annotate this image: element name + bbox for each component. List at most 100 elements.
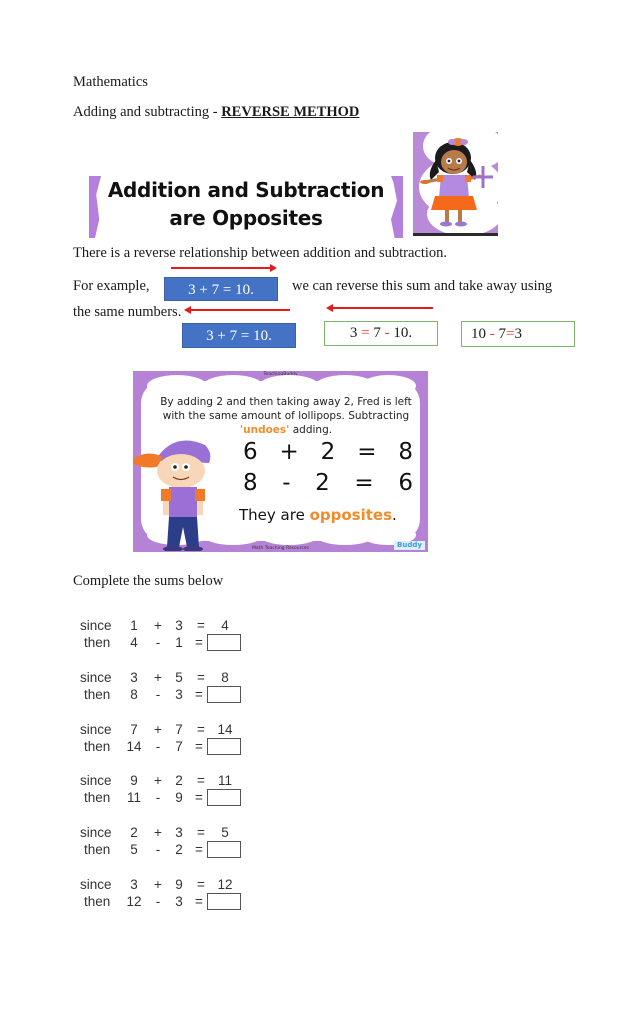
same-numbers-text: the same numbers. (73, 304, 182, 320)
plus-sign: + (154, 773, 162, 789)
sum-value: 14 (217, 721, 233, 737)
minus-sign: - (155, 635, 161, 650)
answer-box[interactable] (207, 789, 241, 807)
buddy-logo: Buddy (394, 541, 425, 550)
subtrahend: 9 (175, 790, 183, 806)
eq-term: 8 (243, 470, 258, 496)
eq-operator: + (279, 439, 299, 465)
term: 10. (393, 325, 413, 341)
plus-sign: + (154, 877, 162, 892)
poster-para-part2: adding. (289, 424, 333, 436)
minus-sign: - (384, 325, 390, 341)
worksheet-instruction: Complete the sums below (73, 573, 224, 589)
minus-sign: - (155, 686, 161, 702)
answer-box[interactable] (207, 841, 241, 859)
addend-b: 3 (175, 618, 183, 633)
sum-value: 5 (221, 825, 229, 841)
addition-example-box-repeat: 3 + 7 = 10. (182, 323, 296, 348)
term: 7 (373, 325, 381, 341)
minus-sign: - (489, 326, 495, 342)
banner-line-2: are Opposites (169, 206, 323, 230)
subject-title: Mathematics (73, 74, 148, 90)
addition-example-box: 3 + 7 = 10. (164, 277, 278, 301)
subtrahend: 2 (175, 842, 183, 858)
poster-para-part1: By adding 2 and then taking away 2, Fred… (160, 396, 412, 422)
arrow-left-icon (184, 306, 290, 314)
poster-bottom-credit: Math Teaching Resources (252, 546, 309, 551)
answer-box[interactable] (207, 737, 241, 755)
opposites-banner: Addition and Subtraction are Opposites (89, 176, 403, 238)
addend-a: 3 (130, 877, 138, 892)
addend-b: 5 (175, 669, 183, 685)
answer-box[interactable] (207, 893, 241, 910)
subtraction-equation-box: 10 - 7=3 (461, 321, 575, 347)
intro-sentence: There is a reverse relationship between … (73, 245, 448, 261)
equals-sign: = (361, 325, 370, 341)
eq-term: 2 (320, 439, 336, 465)
answer-box[interactable] (207, 634, 241, 651)
girl-card-baseline (413, 233, 498, 236)
reverse-explanation: we can reverse this sum and take away us… (292, 278, 553, 294)
equals-sign: = (197, 721, 205, 737)
equals-sign: = (197, 669, 205, 685)
then-label: then (84, 894, 111, 909)
then-label: then (84, 790, 111, 806)
minuend: 12 (126, 894, 142, 909)
plus-sign: + (154, 825, 162, 841)
poster-equation-addition: 6 + 2 = 8 (243, 439, 413, 465)
equals-sign: = (195, 842, 203, 858)
minus-sign: - (155, 894, 161, 909)
answer-box[interactable] (207, 685, 241, 703)
poster-conclusion: They are opposites. (239, 506, 397, 524)
arrow-right-icon (171, 264, 277, 272)
conclusion-prefix: They are (239, 506, 310, 524)
addend-a: 1 (130, 618, 138, 633)
minuend: 14 (126, 738, 142, 754)
minuend: 5 (130, 842, 138, 858)
since-label: since (80, 825, 112, 841)
equals-sign: = (195, 635, 203, 650)
poster-equation-subtraction: 8 - 2 = 6 (243, 470, 413, 496)
banner-line-1: Addition and Subtraction (107, 178, 385, 202)
for-example-label: For example, (73, 278, 150, 294)
addend-b: 2 (175, 773, 183, 789)
minuend: 4 (130, 635, 138, 650)
eq-term: 2 (315, 470, 330, 496)
plus-sign: + (154, 721, 162, 737)
equals-sign: = (195, 894, 203, 909)
subtrahend: 7 (175, 738, 183, 754)
equals-sign: = (195, 790, 203, 806)
eq-result: 6 (398, 470, 413, 496)
then-label: then (84, 842, 111, 858)
addend-b: 9 (175, 877, 183, 892)
page-heading: Adding and subtracting - REVERSE METHOD (73, 104, 359, 121)
minuend: 8 (130, 686, 138, 702)
since-label: since (80, 721, 112, 737)
equals-sign: = (197, 877, 205, 892)
term: 3 (349, 325, 358, 341)
minus-sign: - (155, 738, 161, 754)
addend-a: 7 (130, 721, 138, 737)
equals-sign: = (195, 738, 203, 754)
equals-sign: = (197, 825, 205, 841)
term: 10 (471, 326, 486, 342)
arrow-left-icon (326, 304, 433, 312)
conclusion-suffix: . (392, 506, 397, 524)
subtrahend: 3 (175, 894, 183, 909)
eq-result: 8 (398, 439, 413, 465)
equals-sign: = (197, 618, 205, 633)
subtrahend: 1 (175, 635, 183, 650)
eq-operator: - (282, 470, 291, 496)
term: 7 (498, 326, 507, 342)
addend-a: 2 (130, 825, 138, 841)
eq-equals: = (357, 439, 377, 465)
subtrahend: 3 (175, 686, 183, 702)
equals-sign: = (197, 773, 205, 789)
girl-illustration (413, 132, 498, 236)
then-label: then (84, 686, 111, 702)
minus-sign: - (155, 842, 161, 858)
addend-a: 3 (130, 669, 138, 685)
equals-sign: = (195, 686, 203, 702)
since-label: since (80, 773, 112, 789)
sum-value: 4 (221, 618, 229, 633)
